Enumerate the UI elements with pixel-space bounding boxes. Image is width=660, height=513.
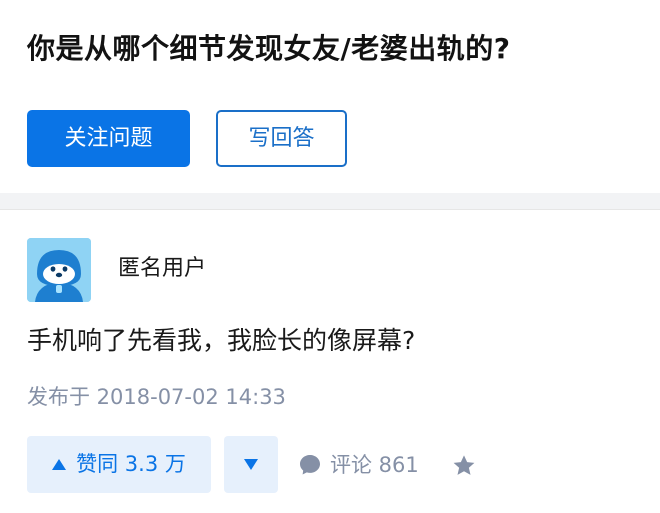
write-answer-button[interactable]: 写回答: [216, 110, 347, 167]
answer-item: 匿名用户 手机响了先看我，我脸长的像屏幕? 发布于 2018-07-02 14:…: [0, 210, 660, 513]
question-header: 你是从哪个细节发现女友/老婆出轨的? 关注问题 写回答: [0, 0, 660, 193]
section-divider: [0, 193, 660, 210]
comment-bubble-icon: [300, 455, 320, 475]
question-title: 你是从哪个细节发现女友/老婆出轨的?: [27, 32, 511, 65]
comment-label: 评论 861: [330, 453, 419, 477]
upvote-label: 赞同 3.3 万: [76, 452, 186, 476]
downvote-button[interactable]: [224, 436, 278, 493]
triangle-up-icon: [52, 459, 67, 470]
answer-content[interactable]: 手机响了先看我，我脸长的像屏幕?: [27, 322, 415, 360]
anonymous-user-avatar-icon[interactable]: [27, 238, 91, 302]
upvote-button[interactable]: 赞同 3.3 万: [27, 436, 211, 493]
comment-button[interactable]: 评论 861: [298, 448, 419, 482]
author-name[interactable]: 匿名用户: [118, 252, 206, 286]
publish-time: 发布于 2018-07-02 14:33: [27, 385, 286, 409]
follow-question-button[interactable]: 关注问题: [27, 110, 190, 167]
star-icon[interactable]: [451, 453, 477, 479]
triangle-down-icon: [244, 459, 258, 470]
